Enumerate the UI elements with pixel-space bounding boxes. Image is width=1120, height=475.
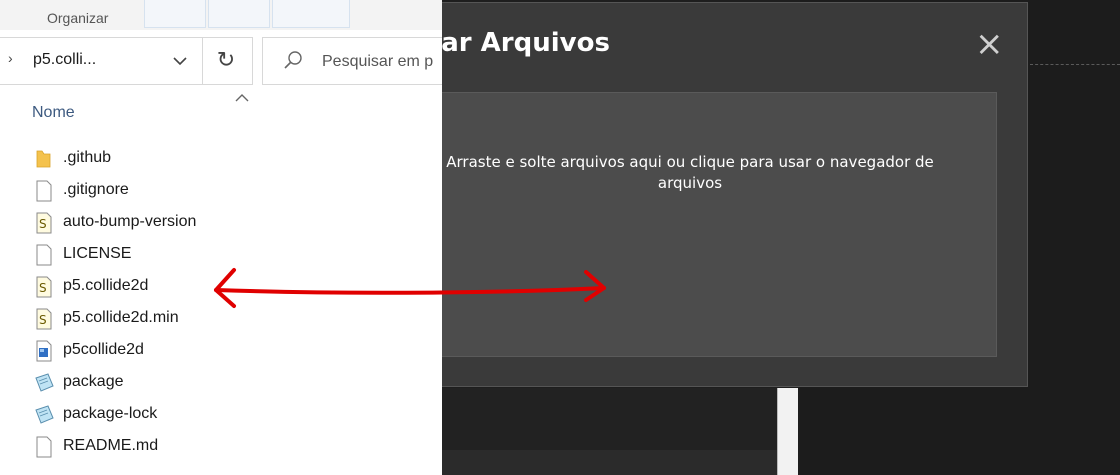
breadcrumb-current-folder[interactable]: p5.colli...: [33, 51, 96, 69]
list-item[interactable]: p5collide2d: [24, 335, 354, 367]
file-explorer-window: Organizar › p5.colli... ↻ Pesquisar em p…: [0, 0, 442, 475]
close-icon[interactable]: ×: [975, 26, 1004, 62]
search-icon: [282, 50, 304, 77]
file-name: package-lock: [63, 405, 158, 422]
file-icon: [34, 244, 54, 266]
file-name: README.md: [63, 437, 159, 454]
list-item[interactable]: package: [24, 367, 354, 399]
sort-ascending-icon: [234, 90, 250, 108]
svg-text:S: S: [39, 217, 47, 231]
file-name: .gitignore: [63, 181, 129, 198]
ribbon-button[interactable]: [144, 0, 206, 28]
double-arrow-icon: [210, 262, 610, 317]
script-file-icon: S: [34, 212, 54, 234]
search-placeholder: Pesquisar em p: [322, 53, 434, 70]
file-icon: [34, 180, 54, 202]
editor-divider: [1030, 64, 1120, 65]
list-item[interactable]: .gitignore: [24, 175, 354, 207]
file-name: p5.collide2d: [63, 277, 149, 294]
list-item[interactable]: README.md: [24, 431, 354, 463]
list-item[interactable]: package-lock: [24, 399, 354, 431]
list-item[interactable]: .github: [24, 143, 354, 175]
script-file-icon: S: [34, 308, 54, 330]
list-item[interactable]: S auto-bump-version: [24, 207, 354, 239]
breadcrumb-separator: ›: [8, 50, 13, 66]
refresh-icon[interactable]: ↻: [206, 46, 246, 76]
file-name: p5.collide2d.min: [63, 309, 179, 326]
script-file-icon: S: [34, 276, 54, 298]
ribbon-button[interactable]: [272, 0, 350, 28]
editor-panel-bar: [442, 450, 777, 475]
file-name: .github: [63, 149, 112, 166]
json-file-icon: [34, 404, 54, 426]
image-file-icon: [34, 340, 54, 362]
svg-text:S: S: [39, 313, 47, 327]
svg-text:S: S: [39, 281, 47, 295]
file-name: LICENSE: [63, 245, 132, 262]
json-file-icon: [34, 372, 54, 394]
upload-dropzone[interactable]: [405, 92, 997, 357]
chevron-down-icon[interactable]: [165, 46, 195, 76]
file-icon: [34, 436, 54, 458]
column-header-name[interactable]: Nome: [32, 104, 75, 122]
file-name: p5collide2d: [63, 341, 144, 358]
dropzone-text: Arraste e solte arquivos aqui ou clique …: [446, 153, 934, 192]
ribbon-button[interactable]: [208, 0, 270, 28]
file-name: package: [63, 373, 124, 390]
organize-group-label: Organizar: [47, 10, 109, 26]
editor-scrollbar[interactable]: [777, 388, 798, 475]
file-name: auto-bump-version: [63, 213, 197, 230]
address-divider: [202, 38, 203, 84]
folder-icon: [34, 148, 54, 170]
